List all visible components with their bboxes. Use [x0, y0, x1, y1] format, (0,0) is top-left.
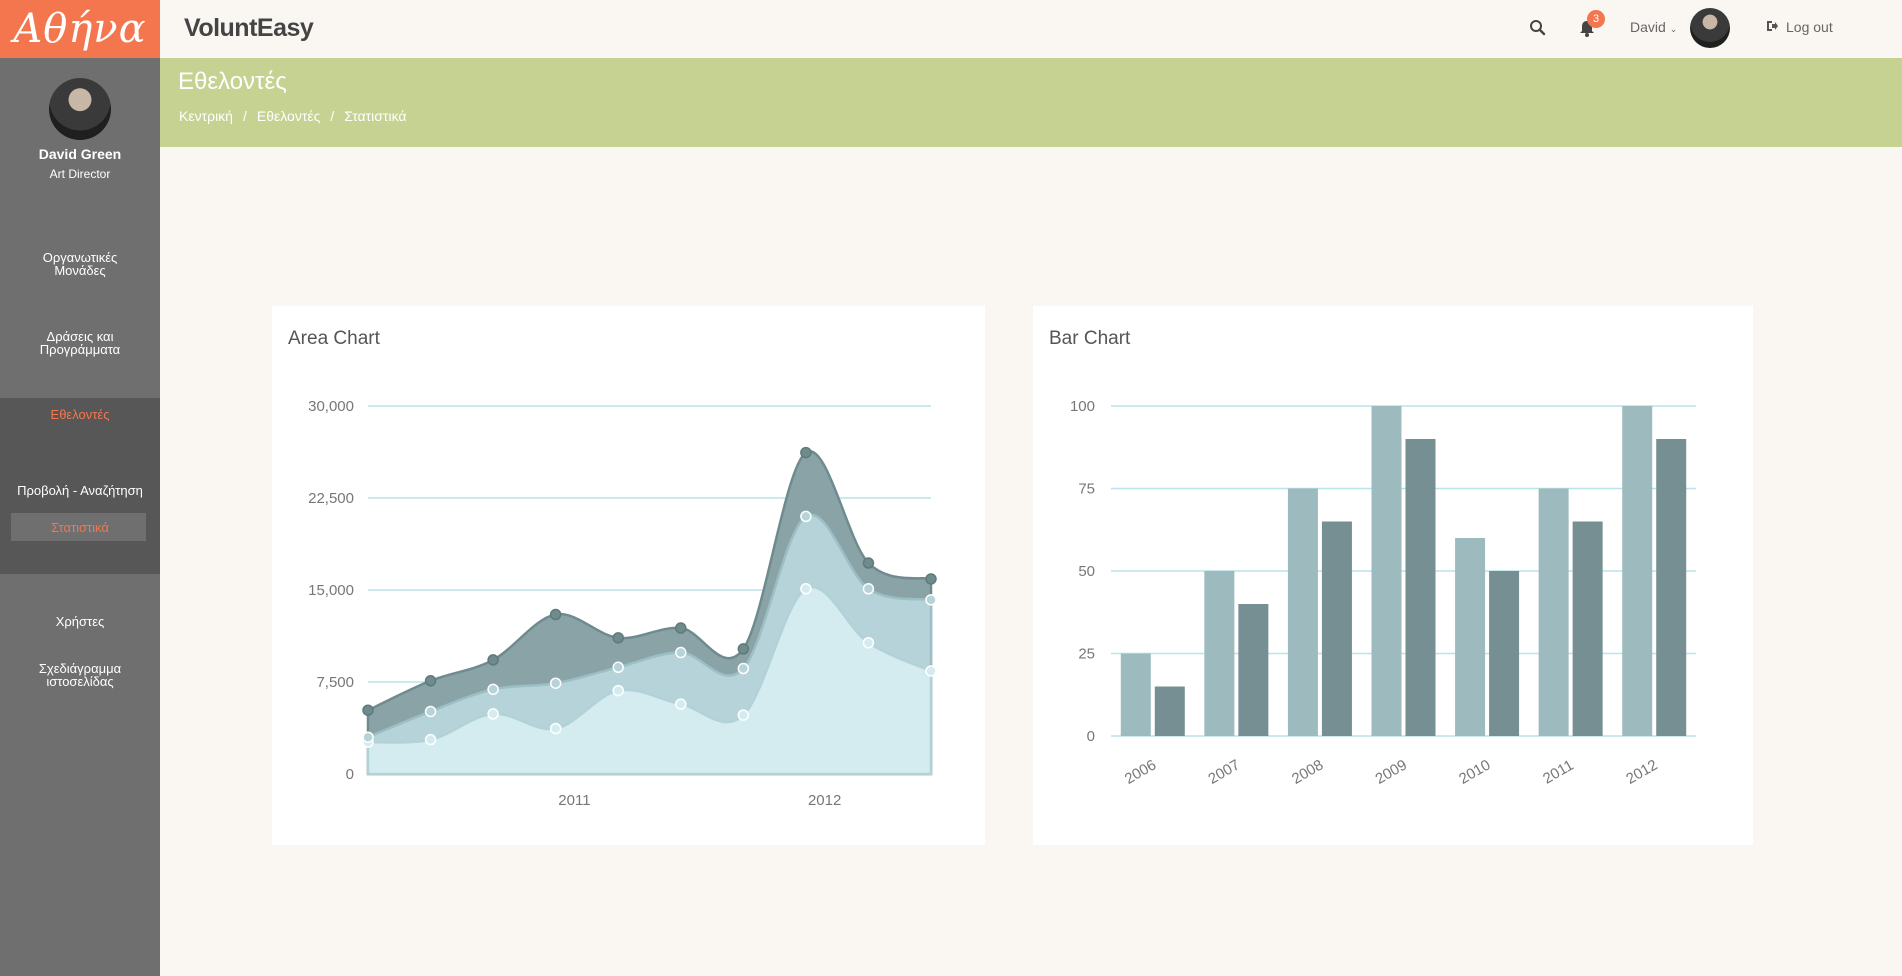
- area-point: [549, 608, 562, 621]
- area-point: [424, 733, 437, 746]
- bar-series-1: [1538, 488, 1569, 736]
- breadcrumb-statistics: Στατιστικά: [344, 108, 407, 124]
- page-header: Εθελοντές Κεντρική / Εθελοντές / Στατιστικά: [160, 58, 1902, 147]
- area-point: [862, 557, 875, 569]
- area-point: [362, 731, 374, 743]
- x-tick-label: 2012: [1623, 756, 1660, 787]
- area-point: [800, 510, 812, 523]
- area-point: [862, 583, 875, 595]
- sidebar-avatar[interactable]: [49, 78, 111, 140]
- x-tick-label: 2012: [808, 792, 841, 809]
- area-point: [487, 654, 499, 666]
- x-tick-label: 2006: [1122, 756, 1159, 787]
- bar-series-2: [1572, 521, 1603, 736]
- sidebar-item-organizational-units[interactable]: Οργανωτικές Μονάδες: [0, 251, 160, 277]
- y-tick-label: 0: [1087, 728, 1095, 745]
- area-chart-card: Area Chart 0 7,500 15,000 22,500 30,000 2011 2…: [272, 306, 985, 845]
- x-tick-label: 2010: [1456, 756, 1493, 787]
- user-menu[interactable]: David ⌄: [1630, 19, 1677, 35]
- page-title: Εθελοντές: [178, 68, 287, 95]
- bar-series-2: [1656, 439, 1687, 736]
- notification-badge: 3: [1587, 10, 1605, 28]
- area-point: [925, 573, 937, 585]
- search-icon[interactable]: [1528, 18, 1548, 38]
- area-point: [925, 594, 937, 606]
- area-point: [612, 661, 624, 674]
- area-point: [675, 698, 687, 710]
- x-tick-label: 2008: [1289, 756, 1326, 787]
- logout-button[interactable]: Log out: [1766, 19, 1833, 35]
- area-point: [487, 708, 499, 720]
- bar-series-2: [1154, 686, 1185, 736]
- area-point: [675, 622, 687, 634]
- logout-label: Log out: [1786, 19, 1833, 35]
- area-chart: 0 7,500 15,000 22,500 30,000 2011 2012: [308, 398, 937, 809]
- brand-logo[interactable]: Αθήνα: [0, 0, 160, 58]
- app-name[interactable]: VoluntEasy: [184, 14, 314, 43]
- app-name-part2: Easy: [256, 14, 314, 42]
- bar-series-1: [1120, 653, 1151, 736]
- bar-series-2: [1321, 521, 1352, 736]
- breadcrumb-home[interactable]: Κεντρική: [179, 108, 233, 124]
- area-point: [800, 583, 812, 595]
- area-point: [925, 665, 937, 677]
- area-point: [737, 662, 750, 675]
- area-point: [424, 675, 437, 687]
- bar-series-2: [1238, 604, 1269, 736]
- y-tick-label: 30,000: [308, 398, 354, 415]
- y-tick-label: 100: [1070, 398, 1095, 415]
- brand-logo-text: Αθήνα: [13, 6, 147, 52]
- area-point: [424, 705, 437, 718]
- bar-series-2: [1489, 571, 1520, 736]
- y-tick-label: 22,500: [308, 490, 354, 507]
- y-tick-label: 50: [1078, 563, 1095, 580]
- x-tick-label: 2007: [1205, 756, 1242, 787]
- breadcrumb: Κεντρική / Εθελοντές / Στατιστικά: [179, 108, 407, 124]
- sidebar-item-users[interactable]: Χρήστες: [0, 615, 160, 628]
- area-point: [800, 446, 812, 459]
- bar-series-1: [1455, 538, 1486, 736]
- bar-series-2: [1405, 439, 1436, 736]
- bar-chart-card: Bar Chart 0 25 50 75 100 2006 2007 2008 2009 2010…: [1033, 306, 1753, 845]
- area-point: [737, 643, 750, 655]
- sidebar-user-name: David Green: [38, 146, 122, 162]
- sidebar-item-actions-programs[interactable]: Δράσεις και Προγράμματα: [0, 330, 160, 356]
- sidebar-user-role: Art Director: [49, 167, 111, 181]
- bar-series-1: [1204, 571, 1235, 736]
- y-tick-label: 0: [346, 766, 354, 783]
- sidebar-subitem-view-search[interactable]: Προβολή - Αναζήτηση: [0, 484, 160, 497]
- bar-chart: 0 25 50 75 100 2006 2007 2008 2009 2010 2011 2012: [1070, 398, 1696, 788]
- y-tick-label: 75: [1078, 481, 1095, 498]
- y-tick-label: 7,500: [316, 674, 354, 691]
- area-point: [549, 677, 562, 689]
- logout-icon: [1766, 19, 1778, 35]
- x-tick-label: 2009: [1373, 756, 1410, 787]
- area-point: [487, 683, 499, 696]
- bar-series-1: [1371, 406, 1402, 736]
- breadcrumb-separator: /: [330, 108, 335, 124]
- user-menu-label: David: [1630, 19, 1666, 35]
- y-tick-label: 15,000: [308, 582, 354, 599]
- bar-series-1: [1622, 406, 1653, 736]
- x-tick-label: 2011: [558, 792, 590, 809]
- avatar[interactable]: [1690, 8, 1730, 48]
- area-point: [612, 632, 624, 644]
- sidebar-item-volunteers[interactable]: Εθελοντές: [0, 408, 160, 421]
- x-tick-label: 2011: [1540, 757, 1576, 788]
- area-point: [549, 722, 562, 735]
- breadcrumb-separator: /: [242, 108, 247, 124]
- area-point: [612, 684, 624, 697]
- chevron-down-icon: ⌄: [1669, 24, 1678, 34]
- area-point: [737, 709, 750, 721]
- area-point: [362, 704, 374, 716]
- sidebar-subitem-statistics[interactable]: Στατιστικά: [0, 521, 160, 534]
- area-point: [675, 646, 687, 659]
- y-tick-label: 25: [1078, 646, 1095, 663]
- area-point: [862, 636, 875, 649]
- app-name-part1: Volunt: [184, 14, 257, 42]
- breadcrumb-volunteers[interactable]: Εθελοντές: [257, 108, 320, 124]
- bar-series-1: [1287, 488, 1318, 736]
- sidebar-item-sitemap[interactable]: Σχεδιάγραμμα ιστοσελίδας: [0, 662, 160, 688]
- sidebar: David Green Art Director Οργανωτικές Μον…: [0, 58, 160, 976]
